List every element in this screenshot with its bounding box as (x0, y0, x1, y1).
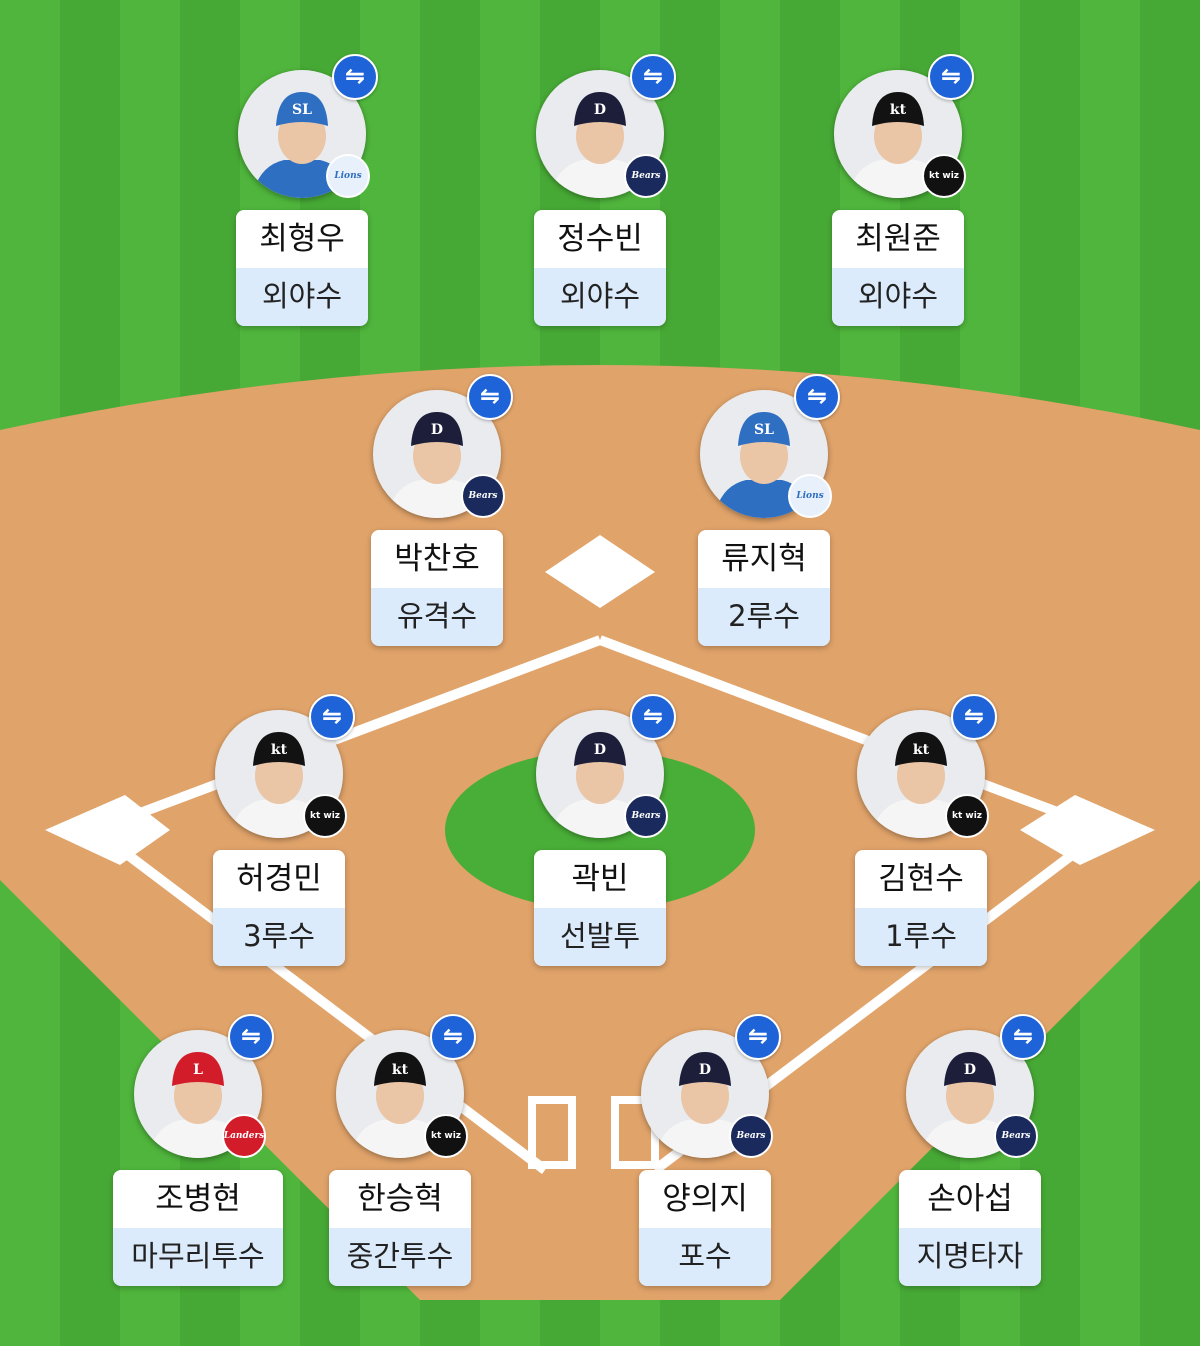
player-slot-lf: SL Lions ⇋ 최형우 외야수 (212, 54, 392, 370)
player-position: 중간투수 (329, 1228, 471, 1286)
player-name: 김현수 (855, 850, 987, 908)
player-position: 유격수 (371, 588, 503, 646)
cap-emblem: SL (754, 422, 774, 438)
player-name: 최형우 (236, 210, 368, 268)
cap-emblem: SL (292, 102, 312, 118)
cap-emblem: kt (890, 102, 907, 118)
player-name: 류지혁 (698, 530, 830, 588)
player-slot-rp: kt kt wiz ⇋ 한승혁 중간투수 (310, 1014, 490, 1330)
cap-emblem: D (431, 422, 443, 438)
player-position: 1루수 (855, 908, 987, 966)
player-card[interactable]: 한승혁 중간투수 (329, 1170, 471, 1286)
cap-emblem: kt (392, 1062, 409, 1078)
cap-emblem: kt (271, 742, 288, 758)
team-logo-ktwiz: kt wiz (303, 794, 347, 838)
swap-player-button[interactable]: ⇋ (630, 54, 676, 100)
player-name: 양의지 (639, 1170, 771, 1228)
player-name: 손아섭 (899, 1170, 1041, 1228)
cap-emblem: D (699, 1062, 711, 1078)
player-slot-cf: D Bears ⇋ 정수빈 외야수 (510, 54, 690, 370)
player-slot-3b: kt kt wiz ⇋ 허경민 3루수 (189, 694, 369, 1010)
player-name: 조병현 (113, 1170, 283, 1228)
lineup-field: SL Lions ⇋ 최형우 외야수 D Bears ⇋ 정수빈 외야수 kt kt wiz ⇋ 최원준 외… (0, 0, 1200, 1346)
team-logo-bears: Bears (624, 794, 668, 838)
player-name: 한승혁 (329, 1170, 471, 1228)
player-slot-ss: D Bears ⇋ 박찬호 유격수 (347, 374, 527, 690)
cap-emblem: D (964, 1062, 976, 1078)
player-position: 지명타자 (899, 1228, 1041, 1286)
team-logo-lions: Lions (326, 154, 370, 198)
player-name: 최원준 (832, 210, 964, 268)
player-slot-c: D Bears ⇋ 양의지 포수 (615, 1014, 795, 1330)
player-card[interactable]: 류지혁 2루수 (698, 530, 830, 646)
cap-emblem: kt (913, 742, 930, 758)
player-position: 외야수 (236, 268, 368, 326)
cap-emblem: D (594, 742, 606, 758)
swap-player-button[interactable]: ⇋ (794, 374, 840, 420)
team-logo-bears: Bears (729, 1114, 773, 1158)
swap-player-button[interactable]: ⇋ (332, 54, 378, 100)
player-card[interactable]: 최형우 외야수 (236, 210, 368, 326)
player-position: 2루수 (698, 588, 830, 646)
swap-player-button[interactable]: ⇋ (430, 1014, 476, 1060)
player-position: 포수 (639, 1228, 771, 1286)
player-card[interactable]: 손아섭 지명타자 (899, 1170, 1041, 1286)
team-logo-ktwiz: kt wiz (945, 794, 989, 838)
team-logo-bears: Bears (461, 474, 505, 518)
player-card[interactable]: 곽빈선발투수 (534, 850, 666, 966)
player-name: 박찬호 (371, 530, 503, 588)
swap-player-button[interactable]: ⇋ (928, 54, 974, 100)
player-card[interactable]: 최원준 외야수 (832, 210, 964, 326)
team-logo-bears: Bears (994, 1114, 1038, 1158)
player-card[interactable]: 허경민 3루수 (213, 850, 345, 966)
team-logo-lions: Lions (788, 474, 832, 518)
team-logo-bears: Bears (624, 154, 668, 198)
player-card[interactable]: 정수빈 외야수 (534, 210, 666, 326)
swap-player-button[interactable]: ⇋ (309, 694, 355, 740)
player-position: 마무리투수 (113, 1228, 283, 1286)
player-name: 허경민 (213, 850, 345, 908)
player-slot-rf: kt kt wiz ⇋ 최원준 외야수 (808, 54, 988, 370)
player-slot-sp: D Bears ⇋ 곽빈선발투수 (510, 694, 690, 1010)
player-card[interactable]: 박찬호 유격수 (371, 530, 503, 646)
cap-emblem: D (594, 102, 606, 118)
player-name: 곽빈 (534, 850, 666, 908)
player-position: 외야수 (832, 268, 964, 326)
player-card[interactable]: 김현수 1루수 (855, 850, 987, 966)
cap-emblem: L (193, 1062, 203, 1078)
player-name: 정수빈 (534, 210, 666, 268)
swap-player-button[interactable]: ⇋ (951, 694, 997, 740)
team-logo-ktwiz: kt wiz (922, 154, 966, 198)
team-logo-landers: Landers (222, 1114, 266, 1158)
swap-player-button[interactable]: ⇋ (228, 1014, 274, 1060)
swap-player-button[interactable]: ⇋ (467, 374, 513, 420)
player-slot-1b: kt kt wiz ⇋ 김현수 1루수 (831, 694, 1011, 1010)
player-slot-cp: L Landers ⇋ 조병현 마무리투수 (108, 1014, 288, 1330)
player-card[interactable]: 조병현 마무리투수 (113, 1170, 283, 1286)
player-position: 외야수 (534, 268, 666, 326)
player-slot-dh: D Bears ⇋ 손아섭 지명타자 (880, 1014, 1060, 1330)
swap-player-button[interactable]: ⇋ (735, 1014, 781, 1060)
team-logo-ktwiz: kt wiz (424, 1114, 468, 1158)
swap-player-button[interactable]: ⇋ (630, 694, 676, 740)
player-position: 3루수 (213, 908, 345, 966)
swap-player-button[interactable]: ⇋ (1000, 1014, 1046, 1060)
player-slot-2b: SL Lions ⇋ 류지혁 2루수 (674, 374, 854, 690)
player-card[interactable]: 양의지 포수 (639, 1170, 771, 1286)
player-position: 선발투수 (534, 908, 666, 966)
